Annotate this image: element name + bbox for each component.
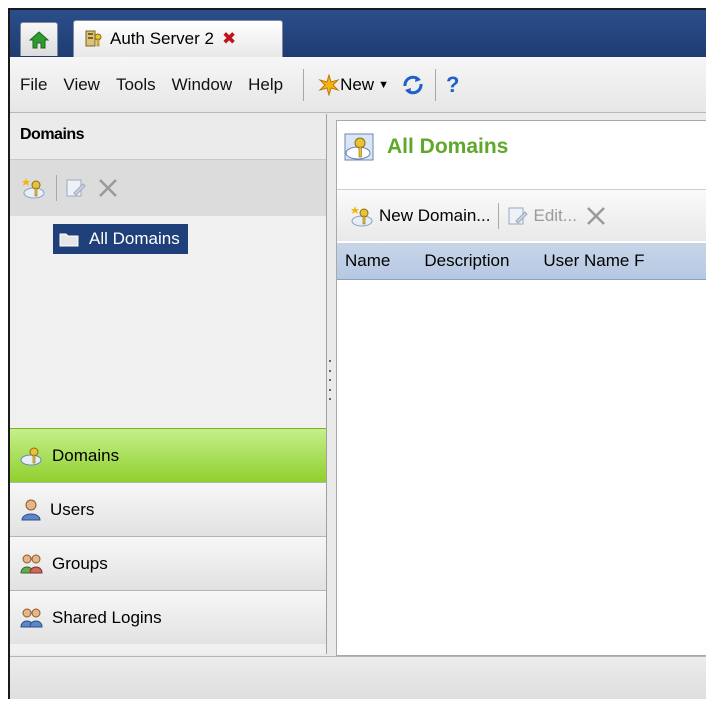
- new-label: New: [340, 74, 375, 94]
- edit-icon[interactable]: [65, 177, 87, 199]
- delete-icon[interactable]: [585, 205, 607, 227]
- all-domains-icon: [343, 131, 377, 163]
- nav-shared-logins-label: Shared Logins: [52, 607, 162, 627]
- column-user-name[interactable]: User Name F: [535, 251, 644, 271]
- groups-icon: [20, 553, 44, 575]
- menu-view[interactable]: View: [63, 75, 100, 95]
- column-name[interactable]: Name: [337, 251, 390, 271]
- nav-domains[interactable]: Domains: [10, 428, 326, 482]
- nav-users-label: Users: [50, 499, 95, 519]
- menu-tools[interactable]: Tools: [116, 75, 156, 95]
- left-toolbar: [10, 160, 326, 216]
- grid-header: Name Description User Name F: [337, 243, 706, 280]
- new-domain-button[interactable]: New Domain...: [379, 206, 490, 226]
- nav-domains-label: Domains: [52, 445, 120, 465]
- domains-icon: [20, 445, 44, 467]
- app-window: Auth Server 2 ✖ File View Tools Window H…: [8, 8, 706, 699]
- column-description[interactable]: Description: [416, 251, 509, 271]
- menu-help[interactable]: Help: [248, 75, 283, 95]
- panel-splitter[interactable]: [328, 360, 332, 400]
- left-panel-title: Domains: [10, 114, 326, 160]
- edit-icon: [507, 205, 529, 227]
- chevron-down-icon: ▼: [378, 78, 389, 91]
- page-title-label: All Domains: [387, 135, 509, 158]
- tree-item-label: All Domains: [89, 229, 180, 248]
- tab-auth-server[interactable]: Auth Server 2 ✖: [73, 20, 283, 57]
- home-icon: [29, 30, 49, 49]
- domain-tree: All Domains: [10, 216, 326, 428]
- menu-window[interactable]: Window: [172, 75, 232, 95]
- nav-groups-label: Groups: [52, 553, 108, 573]
- status-bar: [10, 656, 706, 699]
- nav-groups[interactable]: Groups: [10, 536, 326, 590]
- menu-separator-2: [434, 68, 436, 101]
- new-star-icon: [318, 73, 340, 96]
- main-toolbar: New Domain... Edit...: [337, 189, 706, 241]
- menu-file[interactable]: File: [20, 75, 47, 95]
- new-button[interactable]: New ▼: [318, 73, 389, 96]
- delete-icon[interactable]: [97, 177, 119, 199]
- edit-button[interactable]: Edit...: [533, 206, 576, 226]
- page-title: All Domains: [343, 131, 508, 163]
- close-icon[interactable]: ✖: [222, 29, 236, 49]
- left-panel: Domains All Domains Domains Users Groups…: [10, 114, 327, 654]
- folder-icon: [59, 231, 79, 247]
- main-panel: All Domains New Domain... Edit... Name D…: [336, 120, 706, 656]
- server-key-icon: [84, 29, 104, 49]
- help-icon[interactable]: ?: [446, 72, 459, 98]
- user-icon: [20, 499, 42, 521]
- nav-users[interactable]: Users: [10, 482, 326, 536]
- tab-strip: Auth Server 2 ✖: [10, 10, 706, 57]
- menu-bar: File View Tools Window Help New ▼ ?: [10, 57, 706, 113]
- menu-separator: [303, 68, 305, 101]
- nav-shared-logins[interactable]: Shared Logins: [10, 590, 326, 644]
- new-domain-icon: [351, 205, 375, 227]
- toolbar-separator: [498, 202, 500, 229]
- shared-logins-icon: [20, 607, 44, 629]
- new-domain-icon[interactable]: [22, 176, 48, 200]
- refresh-icon[interactable]: [401, 74, 425, 96]
- toolbar-separator: [56, 175, 57, 201]
- tree-item-all-domains[interactable]: All Domains: [53, 224, 188, 254]
- tab-label: Auth Server 2: [110, 29, 214, 48]
- home-tab[interactable]: [20, 22, 58, 56]
